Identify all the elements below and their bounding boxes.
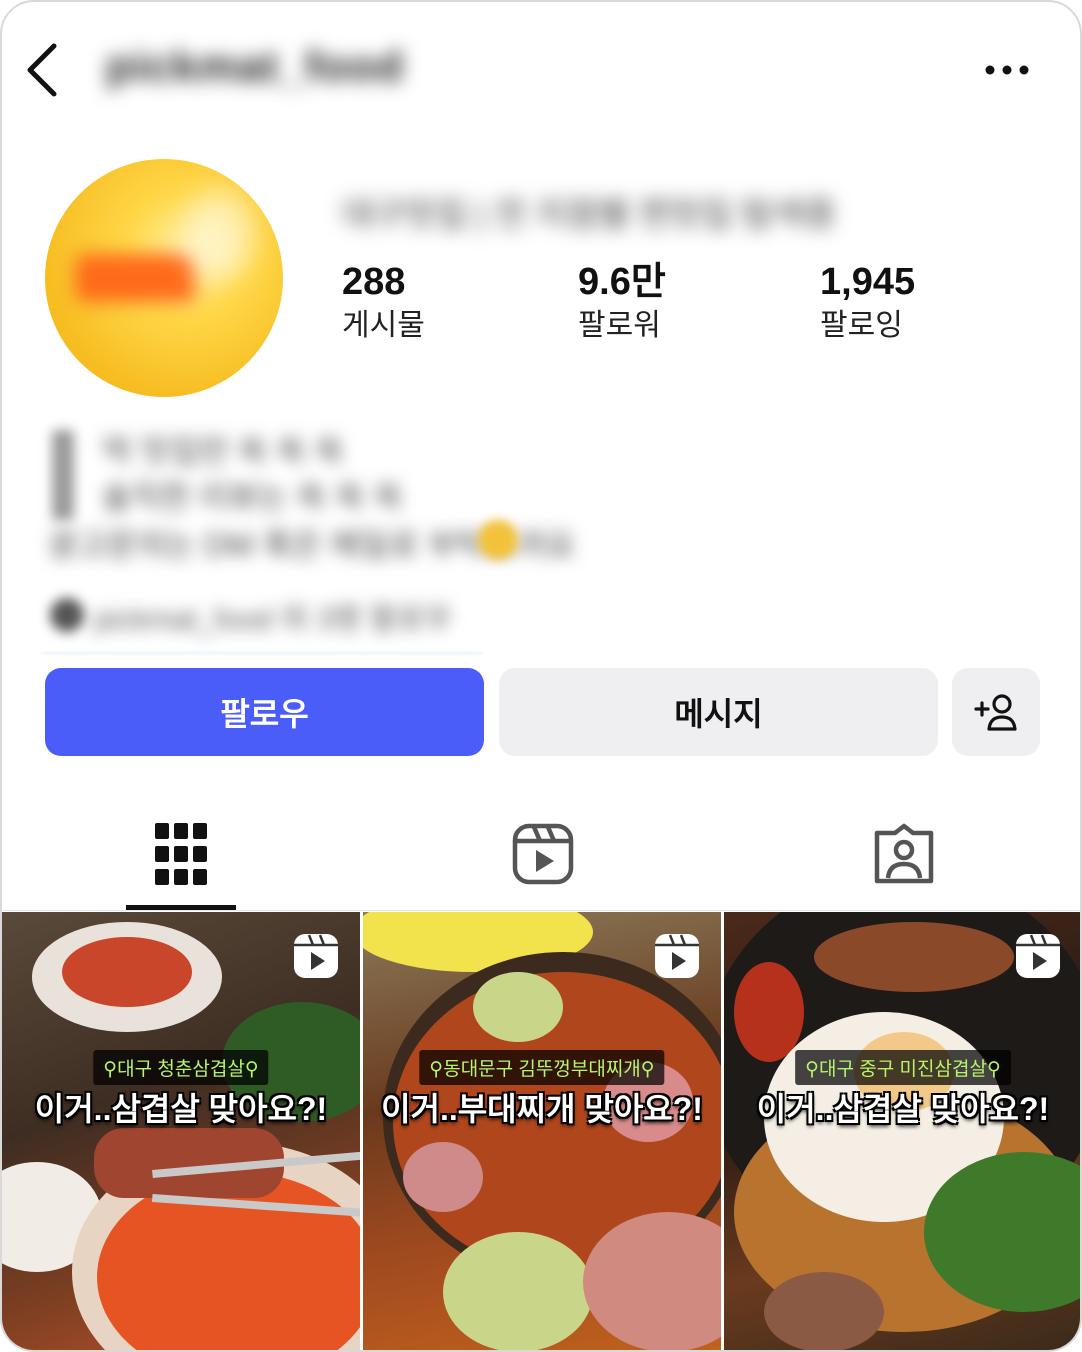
cabbage bbox=[443, 1232, 593, 1350]
profile-screen: pickmat_food 대구맛집 | 전 지점별 찐맛집 탐색중 288 게시… bbox=[0, 0, 1082, 1352]
pork-piece bbox=[764, 1272, 884, 1350]
stat-following[interactable]: 1,945 팔로잉 bbox=[820, 260, 915, 346]
grilled-meat bbox=[814, 922, 1014, 992]
tagged-person-icon bbox=[874, 823, 934, 884]
bio-line-1: 먹 맛집만 쏙 쏙 쏙 bbox=[102, 433, 344, 469]
profile-username: pickmat_food bbox=[106, 42, 405, 91]
bio-line-2: 솔직한 리뷰는 쏙 쏙 쏙 bbox=[102, 479, 403, 515]
back-button[interactable] bbox=[22, 42, 62, 98]
post-caption: 이거..부대찌개 맞아요?! bbox=[381, 1091, 703, 1127]
message-button[interactable]: 메시지 bbox=[499, 668, 938, 756]
stat-followers[interactable]: 9.6만 팔로워 bbox=[578, 260, 666, 346]
cabbage bbox=[473, 972, 563, 1042]
more-options-button[interactable] bbox=[982, 54, 1032, 86]
reels-icon bbox=[294, 934, 338, 978]
ham-slice bbox=[403, 1142, 483, 1212]
stat-followers-value: 9.6만 bbox=[578, 261, 666, 303]
stat-posts-label: 게시물 bbox=[342, 309, 425, 342]
tab-reels[interactable] bbox=[503, 814, 583, 894]
tab-tagged[interactable] bbox=[864, 814, 944, 894]
post-location: ⚲대구 청춘삼겹살⚲ bbox=[93, 1050, 269, 1085]
post-location: ⚲동대문구 김뚜껑부대찌개⚲ bbox=[419, 1050, 665, 1085]
post-caption: 이거..삼겹살 맞아요?! bbox=[756, 1091, 1050, 1127]
reels-icon bbox=[1016, 934, 1060, 978]
more-horizontal-icon bbox=[985, 65, 1029, 75]
side-dish-noodles bbox=[62, 937, 192, 1007]
bio-divider bbox=[42, 652, 482, 654]
chevron-left-icon bbox=[27, 43, 57, 97]
bio-emoji bbox=[478, 520, 518, 560]
mutual-avatar bbox=[50, 598, 84, 632]
tab-divider bbox=[2, 910, 1080, 911]
follow-button[interactable]: 팔로우 bbox=[45, 668, 484, 756]
profile-display-name: 대구맛집 | 전 지점별 찐맛집 탐색중 bbox=[342, 196, 836, 234]
tab-grid[interactable] bbox=[141, 814, 221, 894]
stat-posts[interactable]: 288 게시물 bbox=[342, 260, 425, 346]
avatar-logo bbox=[75, 254, 195, 302]
stat-following-value: 1,945 bbox=[820, 261, 916, 303]
post-thumbnail[interactable]: ⚲대구 중구 미진삼겹살⚲ 이거..삼겹살 맞아요?! bbox=[724, 912, 1080, 1350]
grid-icon bbox=[155, 823, 207, 885]
stat-posts-value: 288 bbox=[342, 261, 406, 303]
mutual-followers-link[interactable]: pickmat_food 외 3명 팔로우 bbox=[94, 594, 452, 638]
post-thumbnail[interactable]: ⚲대구 청춘삼겹살⚲ 이거..삼겹살 맞아요?! bbox=[2, 912, 360, 1350]
post-location: ⚲대구 중구 미진삼겹살⚲ bbox=[795, 1050, 1011, 1085]
stat-following-label: 팔로잉 bbox=[820, 309, 903, 342]
avatar-highlight bbox=[185, 189, 255, 279]
person-add-icon bbox=[974, 694, 1017, 731]
stat-followers-label: 팔로워 bbox=[578, 309, 661, 342]
reels-icon bbox=[655, 934, 699, 978]
add-user-button[interactable] bbox=[952, 668, 1040, 756]
post-thumbnail[interactable]: ⚲동대문구 김뚜껑부대찌개⚲ 이거..부대찌개 맞아요?! bbox=[363, 912, 721, 1350]
post-caption: 이거..삼겹살 맞아요?! bbox=[34, 1091, 328, 1127]
avatar[interactable] bbox=[45, 159, 283, 397]
bio-quote-bar bbox=[52, 430, 74, 520]
reels-icon bbox=[512, 823, 574, 885]
